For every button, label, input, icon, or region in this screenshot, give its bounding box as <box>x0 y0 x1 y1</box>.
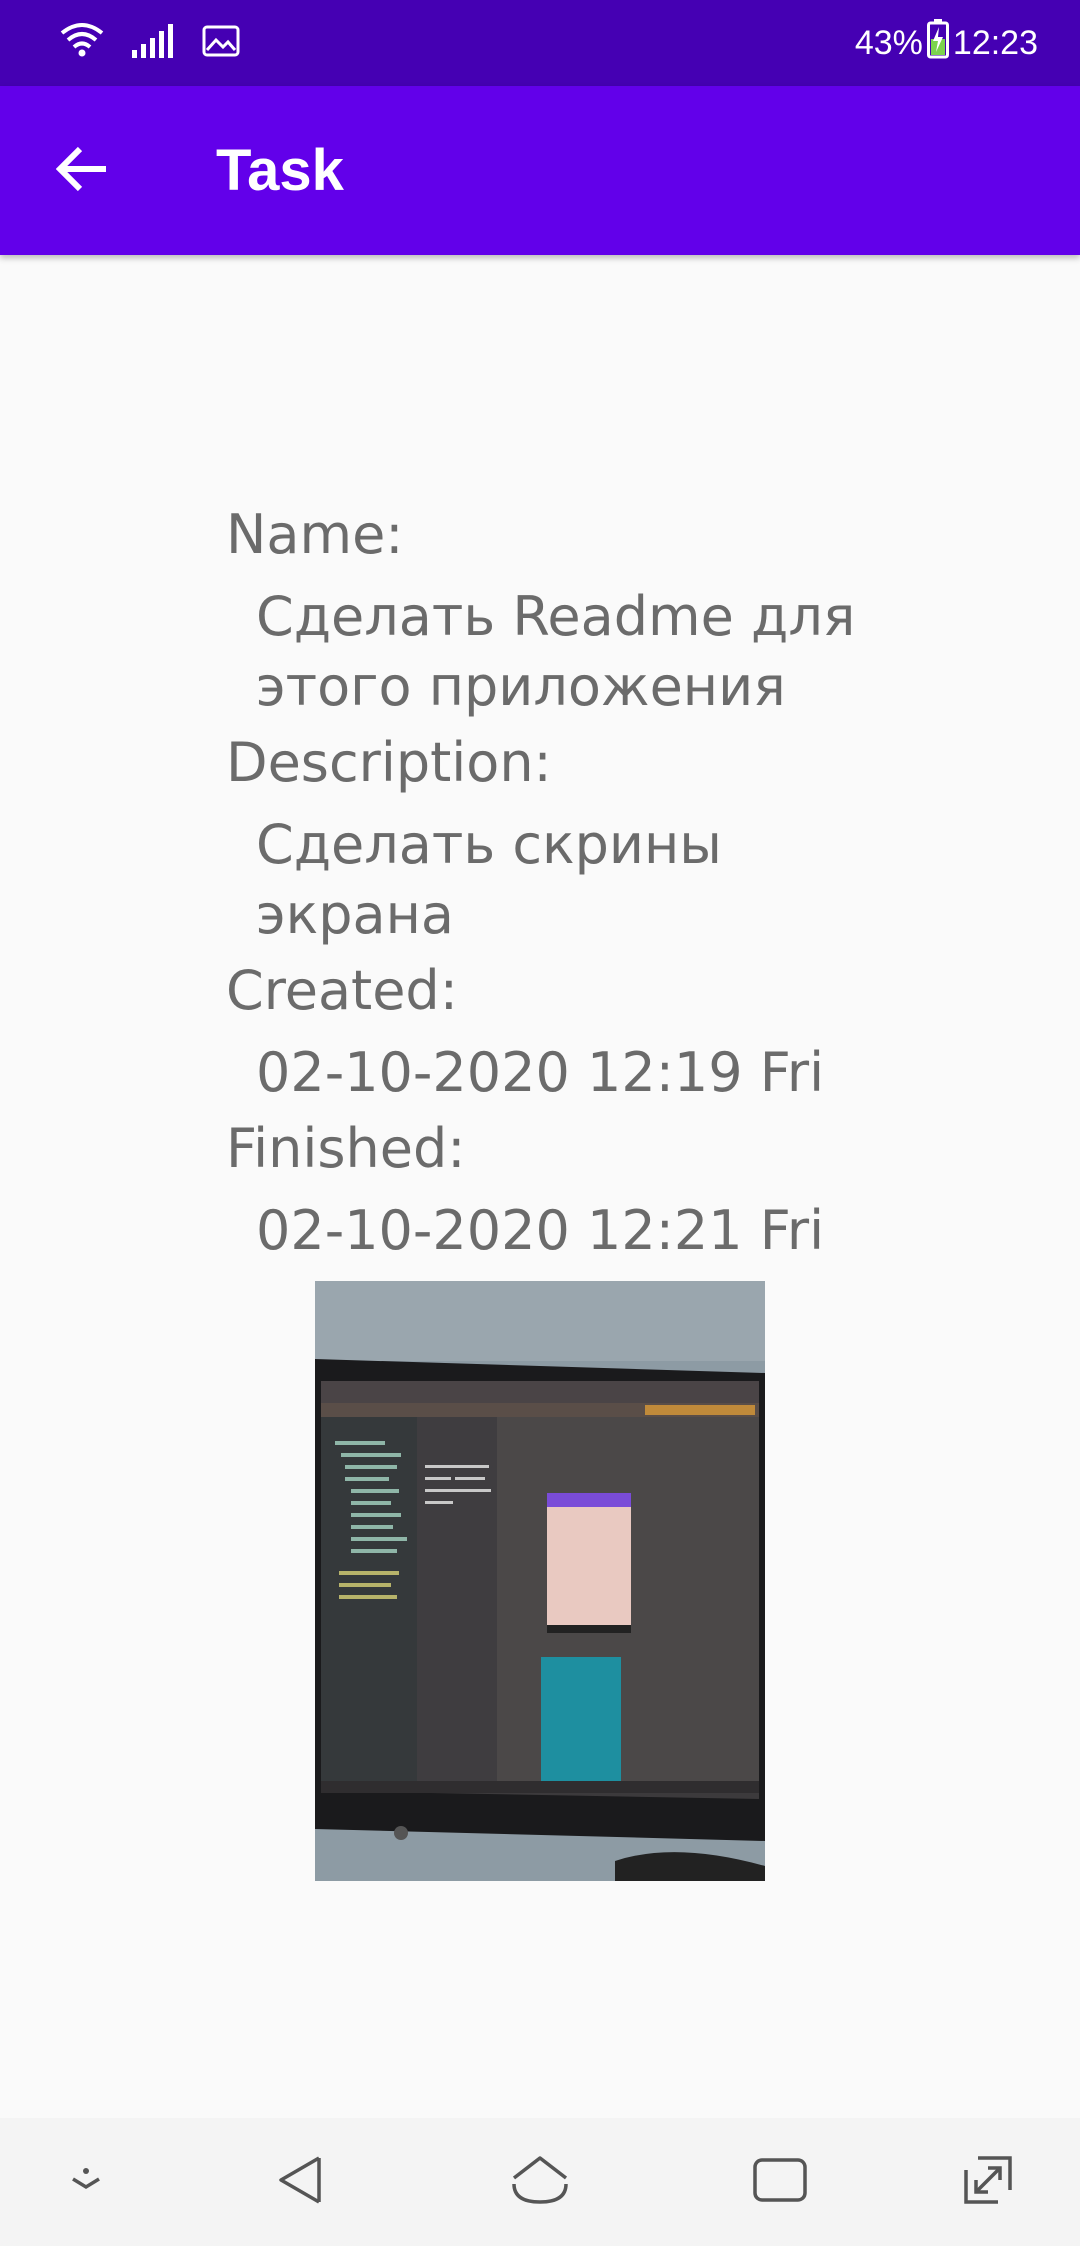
status-left-icons <box>60 20 240 66</box>
recents-nav-icon <box>752 2157 808 2208</box>
back-nav-icon <box>275 2154 325 2211</box>
name-value-line1: Сделать Readme для <box>256 585 856 648</box>
name-label: Name: <box>226 503 404 566</box>
name-value-line2: этого приложения <box>256 655 786 718</box>
description-value-line2: экрана <box>256 883 455 946</box>
created-value: 02-10-2020 12:19 Fri <box>256 1041 825 1104</box>
battery-percentage: 43% <box>854 23 923 62</box>
app-bar: Task <box>0 86 1080 255</box>
screen-resize-icon <box>962 2154 1014 2211</box>
status-right-info: 43% 12:23 <box>854 18 1038 68</box>
name-value: Сделать Readme для этого приложения <box>256 570 926 722</box>
back-nav-button[interactable] <box>270 2152 330 2212</box>
battery-charging-icon <box>926 18 949 68</box>
home-nav-button[interactable] <box>510 2152 570 2212</box>
recents-nav-button[interactable] <box>750 2152 810 2212</box>
page-title: Task <box>216 138 344 203</box>
wifi-icon <box>60 21 104 66</box>
arrow-back-icon <box>55 146 110 197</box>
status-bar: 43% 12:23 <box>0 0 1080 86</box>
finished-value: 02-10-2020 12:21 Fri <box>256 1199 825 1262</box>
navigation-bar <box>0 2118 1080 2246</box>
description-value-line1: Сделать скрины <box>256 813 722 876</box>
hide-nav-icon <box>63 2157 109 2208</box>
description-value: Сделать скрины экрана <box>256 798 926 950</box>
created-label: Created: <box>226 959 458 1022</box>
description-label: Description: <box>226 731 552 794</box>
task-photo <box>315 1281 765 1881</box>
home-nav-icon <box>510 2154 570 2211</box>
clock: 12:23 <box>952 23 1038 62</box>
image-notification-icon <box>202 25 240 62</box>
screen-resize-button[interactable] <box>958 2152 1018 2212</box>
back-button[interactable] <box>50 138 116 204</box>
finished-label: Finished: <box>226 1117 466 1180</box>
task-details: Name: Сделать Readme для этого приложени… <box>226 500 926 1272</box>
hide-nav-button[interactable] <box>56 2152 116 2212</box>
signal-icon <box>132 23 174 63</box>
